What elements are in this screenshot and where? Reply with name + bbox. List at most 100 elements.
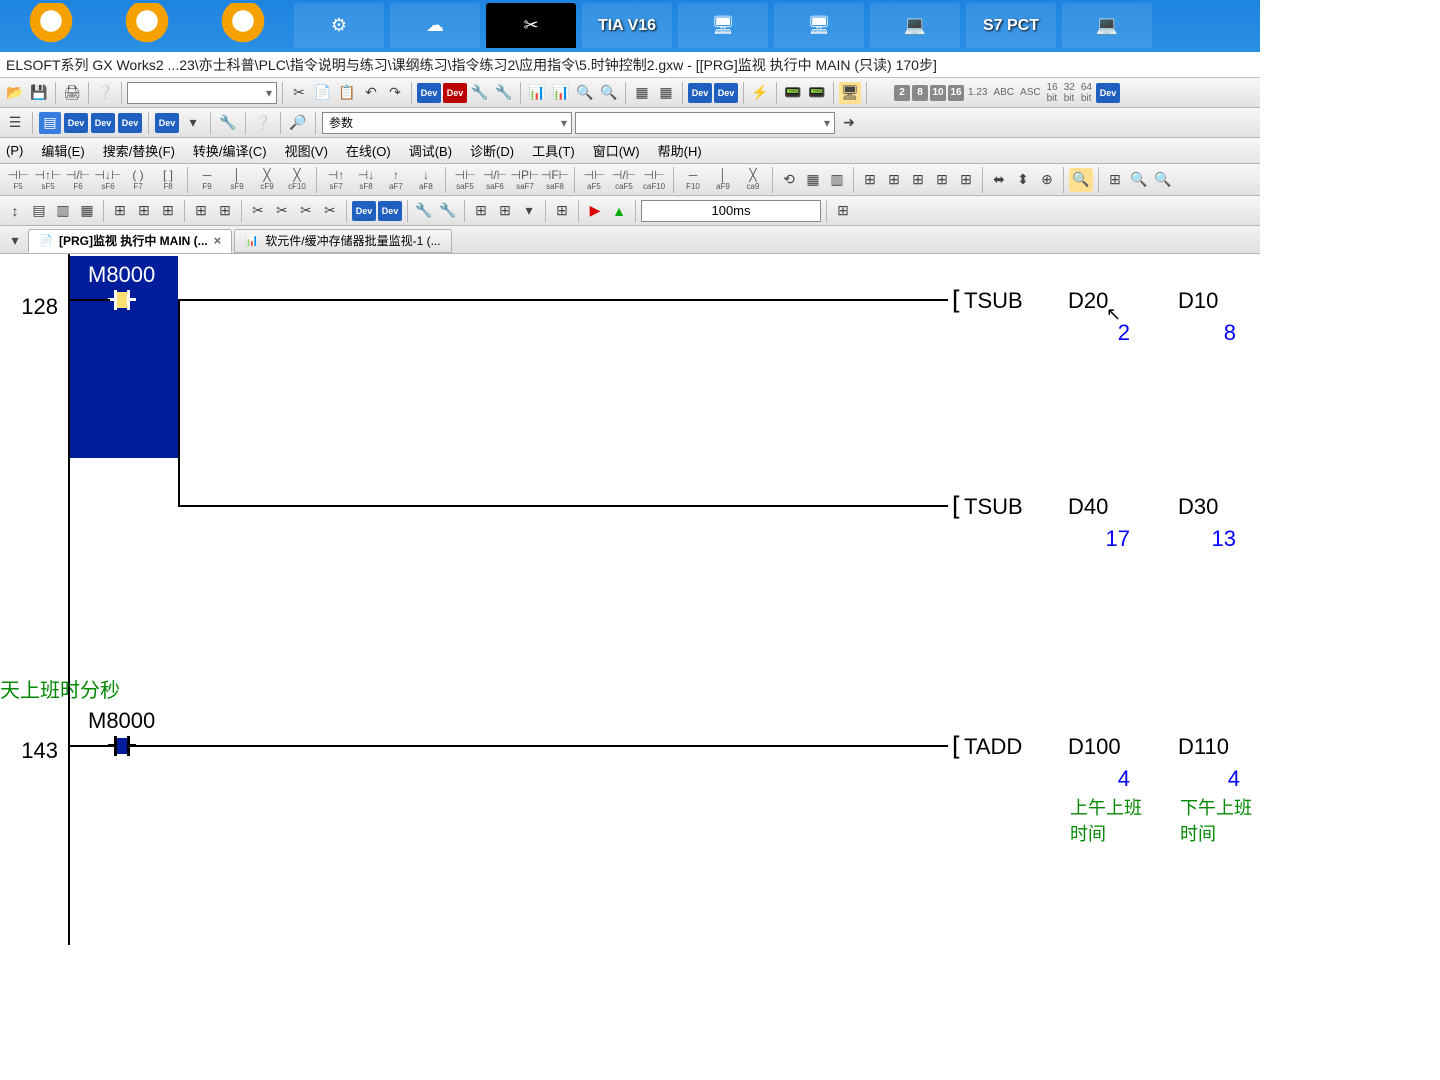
dev-button[interactable]: Dev — [352, 201, 376, 221]
dev-button[interactable]: Dev — [1096, 83, 1120, 103]
menu-tools[interactable]: 工具(T) — [532, 141, 575, 160]
tool-icon[interactable]: 🔍 — [1128, 169, 1150, 191]
view-icon[interactable]: ▤ — [39, 112, 61, 134]
tab-main[interactable]: 📄 [PRG]监视 执行中 MAIN (... × — [28, 229, 232, 253]
tool-icon[interactable]: 🖥 — [839, 82, 861, 104]
dev-button[interactable]: Dev — [378, 201, 402, 221]
fkey[interactable]: ╳cF9 — [253, 166, 281, 194]
paste-icon[interactable]: 📋 — [336, 82, 358, 104]
tool-icon[interactable]: ⬌ — [988, 169, 1010, 191]
taskbar-item[interactable]: ⚙ — [294, 3, 384, 48]
dev-button[interactable]: Dev — [64, 113, 88, 133]
tool-icon[interactable]: ✂ — [271, 200, 293, 222]
ladder-editor[interactable]: 128 M8000 [ TSUB D20 2 D10 8 ↖ [ TSUB D4… — [0, 254, 1260, 945]
tool-icon[interactable]: ✂ — [295, 200, 317, 222]
magnify-icon[interactable]: 🔍 — [1069, 168, 1093, 192]
tool-icon[interactable]: 🔍 — [1152, 169, 1174, 191]
print-icon[interactable]: 🖨 — [61, 82, 83, 104]
undo-icon[interactable]: ↶ — [360, 82, 382, 104]
tool-icon[interactable]: ⊞ — [1104, 169, 1126, 191]
play-icon[interactable]: ▶ — [584, 200, 606, 222]
tool-icon[interactable]: 🔍 — [574, 82, 596, 104]
tool-icon[interactable]: ⊞ — [470, 200, 492, 222]
warning-icon[interactable]: ▲ — [608, 200, 630, 222]
fkey[interactable]: ⊣P⊢saF7 — [511, 166, 539, 194]
tool-icon[interactable]: ⊞ — [157, 200, 179, 222]
fkey[interactable]: ⊣/⊢caF5 — [610, 166, 638, 194]
dev-button[interactable]: Dev — [155, 113, 179, 133]
tool-icon[interactable]: ▦ — [655, 82, 677, 104]
fkey[interactable]: ─F9 — [193, 166, 221, 194]
menu-diagnose[interactable]: 诊断(D) — [470, 141, 514, 160]
help-icon[interactable]: ❔ — [252, 112, 274, 134]
tool-icon[interactable]: 📊 — [526, 82, 548, 104]
fkey[interactable]: ╳cF10 — [283, 166, 311, 194]
tool-icon[interactable]: ⊕ — [1036, 169, 1058, 191]
taskbar-item[interactable] — [102, 3, 192, 48]
taskbar-item-s7[interactable]: S7 PCT — [966, 3, 1056, 48]
fkey[interactable]: [ ]F8 — [154, 166, 182, 194]
fkey[interactable]: ( )F7 — [124, 166, 152, 194]
tool-icon[interactable]: ↕ — [4, 200, 26, 222]
fkey[interactable]: ⊣↓sF8 — [352, 166, 380, 194]
taskbar-item[interactable]: ☁ — [390, 3, 480, 48]
menu-debug[interactable]: 调试(B) — [409, 141, 452, 160]
dev-button[interactable]: Dev — [118, 113, 142, 133]
fkey[interactable]: ⊣/⊢F6 — [64, 166, 92, 194]
tool-icon[interactable]: 🔧 — [437, 200, 459, 222]
tool-icon[interactable]: ▦ — [76, 200, 98, 222]
tool-icon[interactable]: 🔧 — [413, 200, 435, 222]
bit-16[interactable]: 16 — [948, 85, 964, 101]
tool-icon[interactable]: 📊 — [550, 82, 572, 104]
fkey[interactable]: ╳ca9 — [739, 166, 767, 194]
tool-icon[interactable]: ⊞ — [907, 169, 929, 191]
fkey[interactable]: ⊣↓⊢sF6 — [94, 166, 122, 194]
taskbar-item[interactable]: 🖥 — [678, 3, 768, 48]
menu-view[interactable]: 视图(V) — [285, 141, 328, 160]
tab-list-icon[interactable]: ▾ — [4, 230, 26, 252]
redo-icon[interactable]: ↷ — [384, 82, 406, 104]
copy-icon[interactable]: 📄 — [312, 82, 334, 104]
open-icon[interactable]: 📂 — [4, 82, 26, 104]
tool-icon[interactable]: ▦ — [631, 82, 653, 104]
search-icon[interactable]: 🔎 — [287, 112, 309, 134]
fkey[interactable]: │aF9 — [709, 166, 737, 194]
fkey[interactable]: │sF9 — [223, 166, 251, 194]
fkey[interactable]: ⊣⊢aF5 — [580, 166, 608, 194]
tool-icon[interactable]: ⊞ — [832, 200, 854, 222]
tool-icon[interactable]: 🔍 — [598, 82, 620, 104]
tool-icon[interactable]: ⊞ — [494, 200, 516, 222]
tool-icon[interactable]: ⊞ — [955, 169, 977, 191]
menu-edit[interactable]: 编辑(E) — [41, 141, 84, 160]
tool-icon[interactable]: ⊞ — [190, 200, 212, 222]
tool-icon[interactable]: ▥ — [826, 169, 848, 191]
close-icon[interactable]: × — [214, 233, 222, 248]
tool-icon[interactable]: ⟲ — [778, 169, 800, 191]
dev-button[interactable]: Dev — [443, 83, 467, 103]
toolbar-dropdown[interactable] — [127, 82, 277, 104]
combo[interactable] — [575, 112, 835, 134]
view-icon[interactable]: ☰ — [4, 112, 26, 134]
fkey[interactable]: ⊣↑⊢sF5 — [34, 166, 62, 194]
tool-icon[interactable]: ⚡ — [749, 82, 771, 104]
fkey[interactable]: ⊣⊢saF5 — [451, 166, 479, 194]
menu-project[interactable]: (P) — [6, 143, 23, 158]
fkey[interactable]: ⊣↑sF7 — [322, 166, 350, 194]
help-icon[interactable]: ❔ — [94, 82, 116, 104]
tool-icon[interactable]: 🔧 — [469, 82, 491, 104]
fkey[interactable]: ⊣/⊢saF6 — [481, 166, 509, 194]
scan-time-input[interactable]: 100ms — [641, 200, 821, 222]
tool-icon[interactable]: 📟 — [806, 82, 828, 104]
tool-icon[interactable]: 🔧 — [217, 112, 239, 134]
fkey[interactable]: ↓aF8 — [412, 166, 440, 194]
tool-icon[interactable]: ▤ — [28, 200, 50, 222]
taskbar-item[interactable] — [6, 3, 96, 48]
dev-button[interactable]: Dev — [714, 83, 738, 103]
menu-window[interactable]: 窗口(W) — [593, 141, 640, 160]
tool-icon[interactable]: ⊞ — [883, 169, 905, 191]
taskbar-item[interactable]: 🖥 — [774, 3, 864, 48]
fkey[interactable]: ─F10 — [679, 166, 707, 194]
tool-icon[interactable]: 🔧 — [493, 82, 515, 104]
menu-help[interactable]: 帮助(H) — [658, 141, 702, 160]
tool-icon[interactable]: ⊞ — [109, 200, 131, 222]
